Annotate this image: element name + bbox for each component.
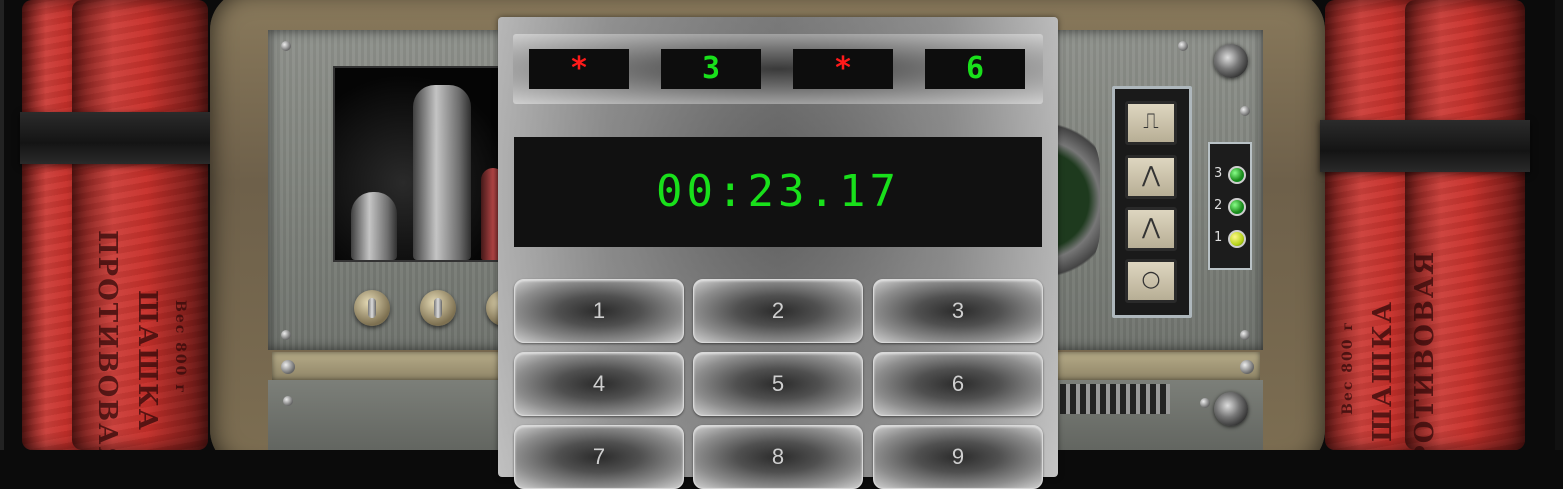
code-slot-4: 6 [925,49,1025,89]
keypad-button-9[interactable]: 9 [873,425,1043,489]
keypad-button-7[interactable]: 7 [514,425,684,489]
toggle-switch [354,290,390,326]
left-frame [0,0,4,450]
triangle-wave-switch-icon: ⋀ [1125,155,1177,199]
code-slot-1: * [529,49,629,89]
led-label: 3 [1214,166,1223,181]
keypad-button-1[interactable]: 1 [514,279,684,343]
code-display: * 3 * 6 [513,34,1043,104]
keypad-panel: * 3 * 6 00:23.17 1 2 3 4 5 6 7 8 9 [498,17,1058,489]
keypad-button-4[interactable]: 4 [514,352,684,416]
screw [1200,398,1210,408]
vacuum-tube [351,192,397,260]
countdown-timer: 00:23.17 [514,137,1042,247]
screw [281,360,295,374]
led-indicator [1228,198,1246,216]
square-wave-switch-icon: ⎍ [1125,101,1177,145]
right-frame [1555,0,1563,450]
stick-label: ШАШКА [1368,300,1398,442]
switch-panel: ⎍ ⋀ ⋀ ○ [1112,86,1192,318]
keypad-button-3[interactable]: 3 [873,279,1043,343]
screw [281,330,291,340]
triangle-wave-switch-icon: ⋀ [1125,207,1177,251]
screw [1178,41,1188,51]
code-slot-2: 3 [661,49,761,89]
ribbon-cable [1060,384,1170,414]
led-label: 2 [1214,198,1223,213]
led-indicator [1228,166,1246,184]
screw [1240,360,1254,374]
code-slot-3: * [793,49,893,89]
vacuum-tube [413,85,471,260]
stick-label: ПРОТИВОВАЯ [92,230,122,450]
tube-window [333,66,507,262]
screw [281,41,291,51]
keypad-button-8[interactable]: 8 [693,425,863,489]
stick-label: ШАШКА [132,290,162,432]
stick-label: Вес 800 г [172,300,188,395]
circle-switch-icon: ○ [1125,259,1177,303]
tape-band [1320,120,1530,172]
knob [1214,44,1248,78]
led-panel: 3 2 1 [1208,142,1252,270]
keypad-button-6[interactable]: 6 [873,352,1043,416]
screw [283,396,293,406]
led-label: 1 [1214,230,1223,245]
knob [1214,392,1248,426]
toggle-switch [420,290,456,326]
screw [1240,106,1250,116]
screw [1240,330,1250,340]
keypad-button-5[interactable]: 5 [693,352,863,416]
led-indicator [1228,230,1246,248]
tape-band [20,112,212,164]
stick-label: ПРОТИВОВАЯ [1410,250,1440,450]
keypad-button-2[interactable]: 2 [693,279,863,343]
stick-label: Вес 800 г [1340,320,1356,415]
